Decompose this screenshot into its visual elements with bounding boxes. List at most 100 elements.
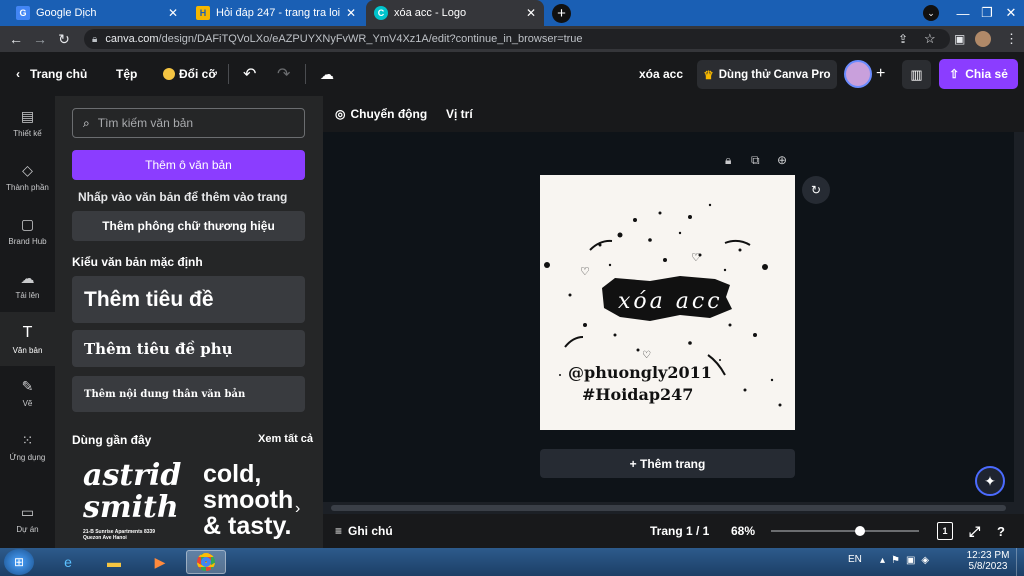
clock[interactable]: 12:23 PM 5/8/2023 xyxy=(966,550,1010,572)
chevron-left-icon: ‹ xyxy=(16,67,20,81)
tab-search-icon[interactable]: ⌄ xyxy=(914,0,948,26)
add-page-icon[interactable]: ⊕ xyxy=(777,153,787,167)
rail-item-apps[interactable]: ⁙ Ứng dụng xyxy=(0,420,55,474)
vertical-scrollbar[interactable] xyxy=(1014,132,1024,502)
fullscreen-icon[interactable]: ⤢ xyxy=(969,514,980,548)
notes-button[interactable]: ≡ Ghi chú xyxy=(335,514,393,548)
undo-icon[interactable]: ↶ xyxy=(243,52,256,96)
brand-fonts-button[interactable]: Thêm phông chữ thương hiệu xyxy=(72,211,305,241)
tab-title: Hỏi đáp 247 - trang tra loi xyxy=(216,7,341,19)
rail-item-elements[interactable]: ◇ Thành phần xyxy=(0,150,55,204)
text-icon: T xyxy=(22,323,33,341)
back-icon[interactable]: ← xyxy=(4,31,28,47)
rail-item-design[interactable]: ▤ Thiết kế xyxy=(0,96,55,150)
text-panel: ⌕ Tìm kiếm văn bản Thêm ô văn bản Nhấp v… xyxy=(55,96,323,548)
chevron-right-icon[interactable]: › xyxy=(295,500,300,518)
google-translate-icon: G xyxy=(16,6,30,20)
recent-heading: Dùng gần đây xyxy=(72,433,152,447)
comment-icon[interactable]: ↻ xyxy=(802,176,830,204)
page-indicator[interactable]: Trang 1 / 1 xyxy=(650,514,709,548)
draw-icon: ✎ xyxy=(21,378,34,394)
cloud-saved-icon[interactable]: ☁︎ xyxy=(320,52,334,96)
clock-time: 12:23 PM xyxy=(966,550,1010,561)
insights-icon[interactable]: ▥ xyxy=(902,60,931,89)
rail-item-projects[interactable]: ▭ Dự án xyxy=(0,492,55,546)
rail-item-text[interactable]: T Văn bản xyxy=(0,312,55,366)
close-icon[interactable]: ✕ xyxy=(168,6,178,20)
chrome-icon[interactable] xyxy=(186,550,226,574)
animate-label: Chuyển động xyxy=(350,107,428,121)
brush-text[interactable]: xóa acc xyxy=(618,289,723,314)
language-indicator[interactable]: EN xyxy=(848,554,862,565)
share-page-icon[interactable]: ⇪ xyxy=(898,32,908,46)
clock-date: 5/8/2023 xyxy=(968,561,1008,572)
lock-page-icon[interactable]: 🔒︎ xyxy=(725,153,731,168)
recent-template-astrid[interactable]: astrid smith 21-B Sunrise Apartments 833… xyxy=(83,461,183,542)
new-tab-button[interactable]: + xyxy=(552,4,571,23)
browser-tab-strip: G Google Dịch ✕ H Hỏi đáp 247 - trang tr… xyxy=(0,0,1024,26)
resize-label: Đổi cỡ xyxy=(179,67,217,81)
tab-canva[interactable]: C xóa acc - Logo ✕ xyxy=(366,0,544,26)
share-button[interactable]: ⇧ Chia sẻ xyxy=(939,59,1018,89)
rail-item-uploads[interactable]: ☁︎ Tải lên xyxy=(0,258,55,312)
home-label: Trang chủ xyxy=(30,67,88,81)
zoom-slider-thumb[interactable] xyxy=(854,526,865,536)
zoom-value[interactable]: 68% xyxy=(731,514,755,548)
add-textbox-button[interactable]: Thêm ô văn bản xyxy=(72,150,305,180)
redo-icon[interactable]: ↷ xyxy=(277,52,290,96)
add-subheading-button[interactable]: Thêm tiêu đề phụ xyxy=(72,330,305,367)
sidebar-icon[interactable]: ▣ xyxy=(954,32,965,46)
tab-hoidap[interactable]: H Hỏi đáp 247 - trang tra loi ✕ xyxy=(188,0,364,26)
hashtag-text[interactable]: #Hoidap247 xyxy=(582,385,693,404)
layout-icon: ▤ xyxy=(20,108,35,124)
position-button[interactable]: Vị trí xyxy=(446,96,473,132)
close-icon[interactable]: ✕ xyxy=(526,6,536,20)
home-button[interactable]: ‹ Trang chủ xyxy=(16,52,87,96)
explorer-icon[interactable]: ▬ xyxy=(94,550,134,574)
recent-template-cold[interactable]: cold, smooth & tasty. xyxy=(203,461,303,539)
page-grid-icon[interactable]: 1 xyxy=(937,522,953,540)
rail-label: Thành phần xyxy=(6,183,49,192)
magic-sparkle-icon[interactable]: ✦ xyxy=(975,466,1005,496)
help-icon[interactable]: ? xyxy=(997,514,1005,548)
start-button[interactable]: ⊞ xyxy=(4,549,34,575)
avatar[interactable] xyxy=(844,60,872,88)
design-page[interactable]: ♡ ♡ ♡ xóa acc @phuongly2011 #Hoidap247 xyxy=(540,175,795,430)
scrollbar-thumb[interactable] xyxy=(331,505,1006,511)
ie-icon[interactable]: e xyxy=(48,550,88,574)
add-heading-button[interactable]: Thêm tiêu đề xyxy=(72,276,305,323)
search-input[interactable]: ⌕ Tìm kiếm văn bản xyxy=(72,108,305,138)
rail-label: Ứng dụng xyxy=(9,453,46,462)
url-field[interactable]: 🔒︎ canva.com /design/DAFiTQVoLXo/eAZPUYX… xyxy=(84,29,950,49)
bookmark-star-icon[interactable]: ☆ xyxy=(924,31,936,47)
add-people-icon[interactable]: + xyxy=(876,52,885,96)
rail-item-brand[interactable]: ▢ Brand Hub xyxy=(0,204,55,258)
reload-icon[interactable]: ↻ xyxy=(52,31,76,48)
profile-avatar[interactable] xyxy=(975,31,991,47)
rail-label: Tải lên xyxy=(15,291,40,300)
add-page-button[interactable]: + Thêm trang xyxy=(540,449,795,478)
see-all-link[interactable]: Xem tất cả xyxy=(258,433,313,445)
show-desktop-button[interactable] xyxy=(1016,548,1024,576)
forward-icon[interactable]: → xyxy=(28,31,52,47)
upload-share-icon: ⇧ xyxy=(949,67,960,81)
window-close-icon[interactable]: ✕ xyxy=(994,0,1024,26)
try-pro-button[interactable]: ♛ Dùng thử Canva Pro xyxy=(697,60,837,89)
handle-text[interactable]: @phuongly2011 xyxy=(568,363,712,382)
resize-button[interactable]: Đổi cỡ xyxy=(163,52,217,96)
animate-button[interactable]: ◎ Chuyển động xyxy=(335,96,427,132)
close-icon[interactable]: ✕ xyxy=(346,6,356,20)
zoom-slider[interactable] xyxy=(771,526,919,536)
file-menu[interactable]: Tệp xyxy=(116,52,137,96)
horizontal-scrollbar[interactable] xyxy=(323,502,1024,514)
tray-icons[interactable]: ▴⚑▣◈ xyxy=(880,555,935,566)
recent-small-text: 21-B Sunrise Apartments 8339 Quezon Ave … xyxy=(83,529,156,541)
rail-label: Văn bản xyxy=(12,345,43,355)
tab-google-translate[interactable]: G Google Dịch ✕ xyxy=(8,0,186,26)
duplicate-page-icon[interactable]: ⧉ xyxy=(751,153,760,168)
media-player-icon[interactable]: ▶ xyxy=(140,550,180,574)
add-body-button[interactable]: Thêm nội dung thân văn bản xyxy=(72,376,305,412)
rail-item-draw[interactable]: ✎ Vẽ xyxy=(0,366,55,420)
menu-icon[interactable]: ⋮ xyxy=(1005,31,1018,47)
design-title[interactable]: xóa acc xyxy=(639,52,683,96)
